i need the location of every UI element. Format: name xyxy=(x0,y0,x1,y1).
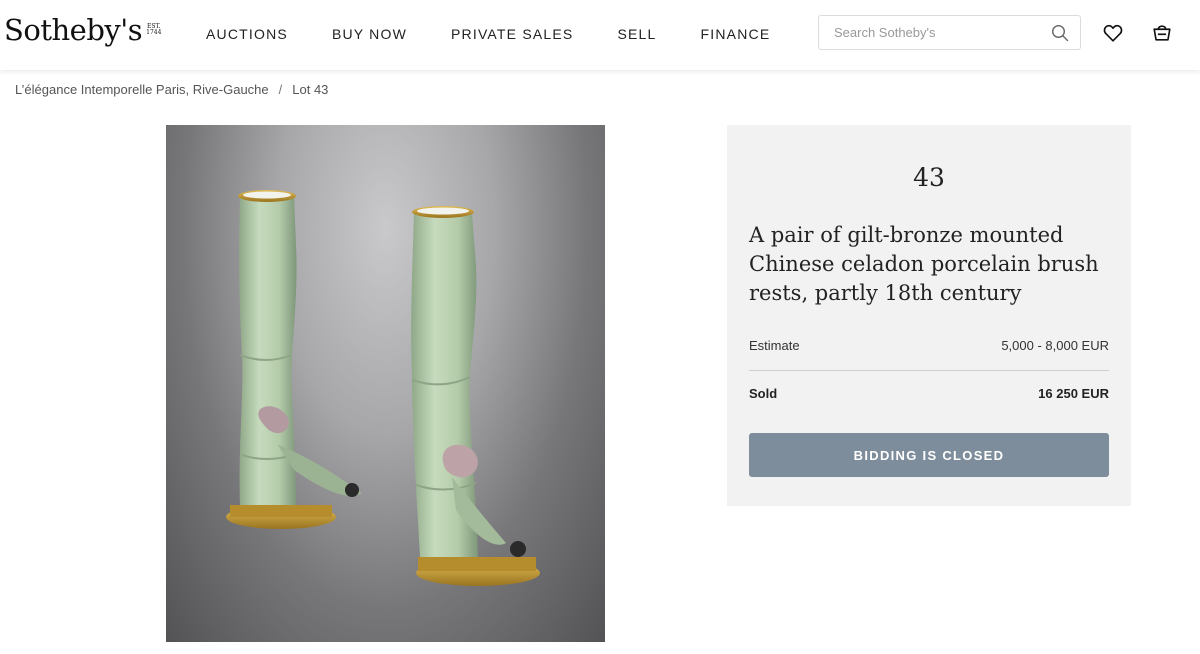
sothebys-logo[interactable]: Sotheby's EST. 1744 xyxy=(4,13,161,47)
breadcrumb: L’élégance Intemporelle Paris, Rive-Gauc… xyxy=(15,81,328,98)
nav-private-sales[interactable]: PRIVATE SALES xyxy=(451,25,573,43)
nav-buy-now[interactable]: BUY NOW xyxy=(332,25,407,43)
sold-value: 16 250 EUR xyxy=(1038,386,1109,401)
nav-finance[interactable]: FINANCE xyxy=(701,25,771,43)
lot-title: A pair of gilt-bronze mounted Chinese ce… xyxy=(749,223,1099,305)
breadcrumb-separator: / xyxy=(278,82,283,97)
sold-label: Sold xyxy=(749,386,778,401)
breadcrumb-sale-link[interactable]: L’élégance Intemporelle Paris, Rive-Gauc… xyxy=(15,81,269,98)
lot-info-panel: 43 A pair of gilt-bronze mounted Chinese… xyxy=(727,125,1131,506)
breadcrumb-current-lot: Lot 43 xyxy=(292,82,329,97)
site-header: Sotheby's EST. 1744 AUCTIONS BUY NOW PRI… xyxy=(0,0,1200,70)
logo-est-mark: EST. 1744 xyxy=(146,24,161,36)
logo-est-year: 1744 xyxy=(146,29,162,36)
estimate-row: Estimate 5,000 - 8,000 EUR xyxy=(749,338,1109,354)
celadon-brush-rests-illustration xyxy=(226,190,540,586)
nav-sell[interactable]: SELL xyxy=(617,25,656,43)
lot-number: 43 xyxy=(913,163,945,192)
shopping-bag-icon[interactable] xyxy=(1151,21,1173,43)
sold-row: Sold 16 250 EUR xyxy=(749,386,1109,402)
main-nav: AUCTIONS BUY NOW PRIVATE SALES SELL FINA… xyxy=(206,25,814,43)
search-icon[interactable] xyxy=(1051,24,1069,42)
logo-wordmark: Sotheby's xyxy=(4,13,143,47)
estimate-label: Estimate xyxy=(749,338,800,353)
bidding-closed-button[interactable]: BIDDING IS CLOSED xyxy=(749,433,1109,477)
lot-image[interactable] xyxy=(166,125,605,642)
heart-icon[interactable] xyxy=(1102,22,1124,44)
estimate-value: 5,000 - 8,000 EUR xyxy=(1001,338,1109,353)
divider xyxy=(749,370,1109,371)
search-box xyxy=(818,15,1081,50)
nav-auctions[interactable]: AUCTIONS xyxy=(206,25,288,43)
search-input[interactable] xyxy=(819,16,1044,49)
